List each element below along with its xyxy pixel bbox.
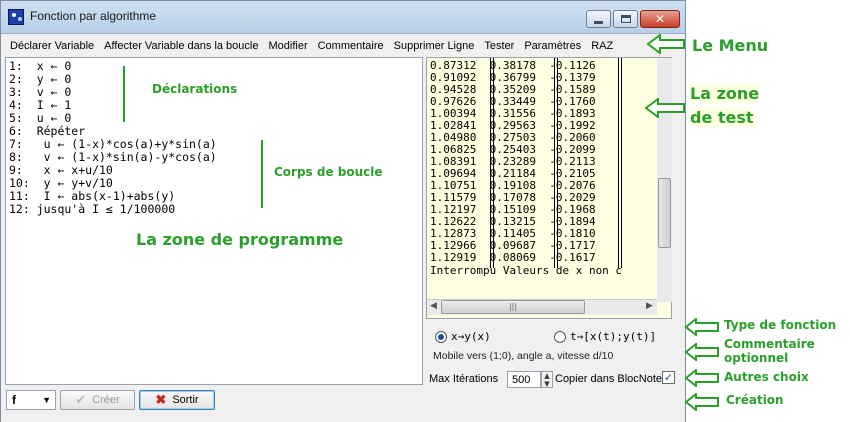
- creation-arrow-icon: [684, 393, 719, 411]
- max-iterations-input[interactable]: 500: [507, 371, 541, 388]
- max-iterations-spinner[interactable]: ▲ ▼: [541, 371, 553, 388]
- chevron-down-icon[interactable]: ▼: [42, 395, 51, 405]
- test-row: 1.12919 0.08069 -0.1617: [430, 251, 596, 264]
- annotation-function-type: Type de fonction: [724, 318, 837, 332]
- spin-down-icon[interactable]: ▼: [542, 380, 552, 388]
- copy-notepad-label: Copier dans BlocNote: [555, 373, 663, 385]
- close-button[interactable]: ✕: [640, 10, 680, 28]
- menu-item-raz[interactable]: RAZ: [586, 40, 618, 52]
- radio-x-to-y-label[interactable]: x→y(x): [451, 330, 491, 343]
- app-window: Fonction par algorithme ✕ Déclarer Varia…: [0, 0, 686, 422]
- copy-notepad-checkbox[interactable]: ✓: [662, 371, 675, 384]
- radio-parametric[interactable]: [554, 331, 566, 343]
- annotation-comment-line2: optionnel: [724, 351, 789, 365]
- radio-x-to-y[interactable]: [435, 331, 447, 343]
- test-vertical-scrollbar[interactable]: [657, 58, 672, 302]
- scroll-left-icon[interactable]: ◀: [430, 301, 437, 311]
- menu-item-affecter-variable[interactable]: Affecter Variable dans la boucle: [99, 40, 263, 52]
- program-zone[interactable]: 1: x ← 0 2: y ← 0 3: v ← 0 4: I ← 1 5: u…: [5, 57, 423, 385]
- function-name-value: f: [12, 393, 16, 407]
- annotation-loop-body: Corps de boucle: [274, 165, 383, 179]
- annotation-comment-line1: Commentaire: [724, 337, 815, 351]
- annotation-test-zone-line1: La zone: [690, 84, 760, 103]
- menu-bar: Déclarer Variable Affecter Variable dans…: [1, 35, 685, 57]
- test-zone-arrow-icon: [644, 98, 685, 118]
- radio-parametric-label[interactable]: t→[x(t);y(t)]: [570, 330, 656, 343]
- exit-button[interactable]: ✖ Sortir: [139, 390, 215, 410]
- title-bar[interactable]: Fonction par algorithme ✕: [1, 1, 685, 34]
- spin-up-icon[interactable]: ▲: [542, 372, 552, 380]
- menu-item-commentaire[interactable]: Commentaire: [313, 40, 389, 52]
- menu-item-parametres[interactable]: Paramètres: [519, 40, 586, 52]
- menu-item-tester[interactable]: Tester: [479, 40, 519, 52]
- maximize-button[interactable]: [613, 10, 638, 28]
- loop-body-bracket: [261, 140, 263, 208]
- max-iterations-label: Max Itérations: [429, 373, 499, 385]
- annotation-menu: Le Menu: [692, 36, 769, 55]
- function-name-select[interactable]: f ▼: [6, 390, 56, 410]
- app-icon: [8, 9, 24, 25]
- test-status: Interrompu Valeurs de x non c: [430, 264, 623, 277]
- horizontal-scroll-thumb[interactable]: |||: [441, 300, 585, 314]
- create-button[interactable]: ✔ Créer: [60, 390, 135, 410]
- other-choices-arrow-icon: [684, 369, 719, 387]
- scroll-right-icon[interactable]: ▶: [646, 301, 653, 311]
- annotation-creation: Création: [726, 393, 784, 407]
- create-button-label: Créer: [92, 394, 120, 406]
- test-zone[interactable]: 0.87312 0.38178 -0.1126 0.91092 0.36799 -…: [426, 57, 672, 319]
- function-type-arrow-icon: [684, 318, 719, 336]
- menu-item-modifier[interactable]: Modifier: [263, 40, 312, 52]
- annotation-test-zone-line2: de test: [690, 108, 754, 127]
- vertical-scroll-thumb[interactable]: [658, 178, 671, 248]
- program-line[interactable]: 12: jusqu'à I ≤ 1/100000: [9, 203, 175, 216]
- comment-input[interactable]: Mobile vers (1;0), angle a, vitesse d/10: [429, 347, 672, 365]
- close-icon: ✖: [155, 392, 167, 407]
- menu-item-supprimer-ligne[interactable]: Supprimer Ligne: [389, 40, 480, 52]
- menu-item-declarer-variable[interactable]: Déclarer Variable: [5, 40, 99, 52]
- menu-arrow-icon: [646, 34, 685, 54]
- declarations-bracket: [123, 66, 125, 122]
- window-title: Fonction par algorithme: [30, 9, 157, 23]
- annotation-program-zone: La zone de programme: [136, 230, 344, 249]
- maximize-icon: [620, 15, 631, 23]
- annotation-other-choices: Autres choix: [724, 370, 809, 384]
- comment-arrow-icon: [684, 343, 719, 361]
- minimize-button[interactable]: [586, 10, 611, 28]
- check-icon: ✔: [75, 392, 87, 407]
- exit-button-label: Sortir: [172, 394, 199, 406]
- close-icon: ✕: [654, 12, 666, 26]
- minimize-icon: [594, 20, 603, 24]
- annotation-declarations: Déclarations: [152, 82, 238, 96]
